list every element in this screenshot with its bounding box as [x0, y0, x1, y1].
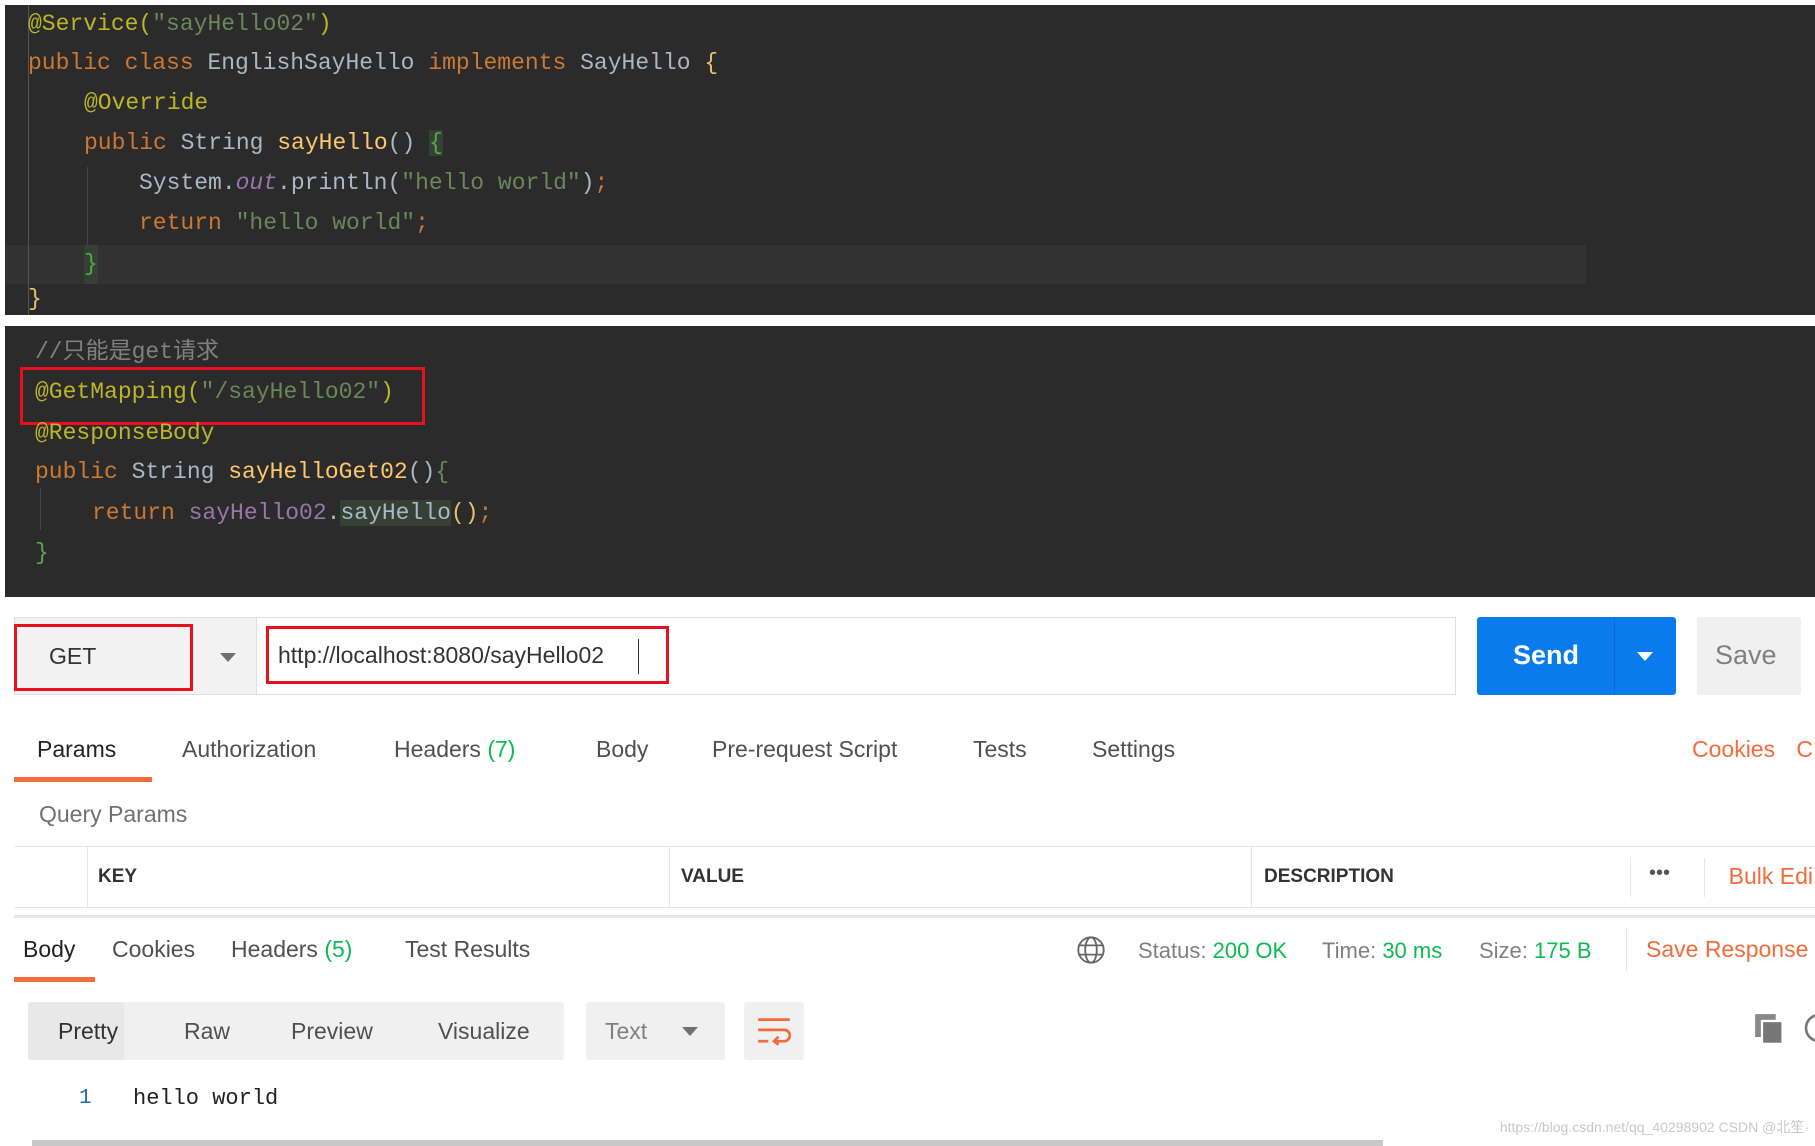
code-line: public String sayHello() {	[84, 130, 443, 156]
column-value: VALUE	[681, 866, 744, 887]
code-line: }	[35, 540, 49, 566]
response-tab-body[interactable]: Body	[23, 936, 75, 963]
save-button[interactable]: Save	[1697, 617, 1801, 695]
column-key: KEY	[98, 866, 138, 887]
copy-icon[interactable]	[1754, 1013, 1786, 1045]
bulk-edit-link[interactable]: Bulk Edi	[1729, 863, 1813, 890]
view-visualize[interactable]: Visualize	[438, 1018, 530, 1045]
highlight-box	[14, 624, 193, 691]
tab-settings[interactable]: Settings	[1092, 736, 1175, 763]
response-body-line: hello world	[133, 1086, 279, 1111]
code-line: }	[84, 245, 98, 284]
code-line: @Override	[84, 90, 209, 116]
code-line: public String sayHelloGet02(){	[35, 459, 450, 485]
view-raw[interactable]: Raw	[184, 1018, 230, 1045]
tab-params[interactable]: Params	[37, 736, 116, 763]
wrap-icon	[758, 1018, 791, 1046]
code-line: @ResponseBody	[35, 420, 215, 446]
tab-authorization[interactable]: Authorization	[182, 736, 316, 763]
send-options-icon[interactable]	[1637, 652, 1653, 661]
response-tab-cookies[interactable]: Cookies	[112, 936, 195, 963]
line-number: 1	[79, 1087, 92, 1110]
chevron-down-icon	[682, 1027, 698, 1036]
tab-pre-request-script[interactable]: Pre-request Script	[712, 736, 897, 763]
query-params-title: Query Params	[39, 801, 188, 827]
more-options-icon[interactable]: •••	[1649, 862, 1670, 885]
tab-headers[interactable]: Headers (7)	[394, 736, 515, 763]
horizontal-scrollbar[interactable]	[32, 1140, 1383, 1146]
send-button[interactable]: Send	[1477, 617, 1676, 695]
save-response-button[interactable]: Save Response	[1646, 936, 1808, 963]
highlight-box	[266, 626, 669, 684]
code-link[interactable]: C	[1796, 736, 1813, 763]
tab-body[interactable]: Body	[596, 736, 648, 763]
wrap-lines-button[interactable]	[744, 1002, 804, 1060]
watermark: https://blog.csdn.net/qq_40298902 CSDN @…	[1499, 1119, 1809, 1135]
cookies-link[interactable]: Cookies	[1692, 736, 1775, 763]
code-editor-2: //只能是get请求 @GetMapping("/sayHello02") @R…	[5, 326, 1815, 597]
response-tab-headers[interactable]: Headers (5)	[231, 936, 352, 963]
code-line: public class EnglishSayHello implements …	[28, 50, 719, 76]
code-line: return "hello world";	[139, 210, 429, 236]
code-editor-1: @Service("sayHello02") public class Engl…	[5, 5, 1815, 315]
globe-icon[interactable]	[1076, 935, 1106, 965]
code-line: @Service("sayHello02")	[28, 11, 332, 37]
tab-tests[interactable]: Tests	[973, 736, 1027, 763]
code-line: }	[28, 286, 42, 312]
response-tab-test-results[interactable]: Test Results	[405, 936, 530, 963]
status-readout: Status: 200 OK	[1138, 938, 1288, 963]
chevron-down-icon	[220, 653, 236, 662]
view-preview[interactable]: Preview	[291, 1018, 373, 1045]
column-description: DESCRIPTION	[1264, 866, 1394, 887]
search-icon[interactable]	[1803, 1013, 1815, 1045]
code-line: System.out.println("hello world");	[139, 170, 609, 196]
format-select[interactable]: Text	[586, 1002, 725, 1060]
size-readout: Size: 175 B	[1479, 938, 1592, 963]
code-line: return sayHello02.sayHello();	[92, 500, 493, 526]
time-readout: Time: 30 ms	[1322, 938, 1443, 963]
view-pretty[interactable]: Pretty	[58, 1018, 118, 1045]
